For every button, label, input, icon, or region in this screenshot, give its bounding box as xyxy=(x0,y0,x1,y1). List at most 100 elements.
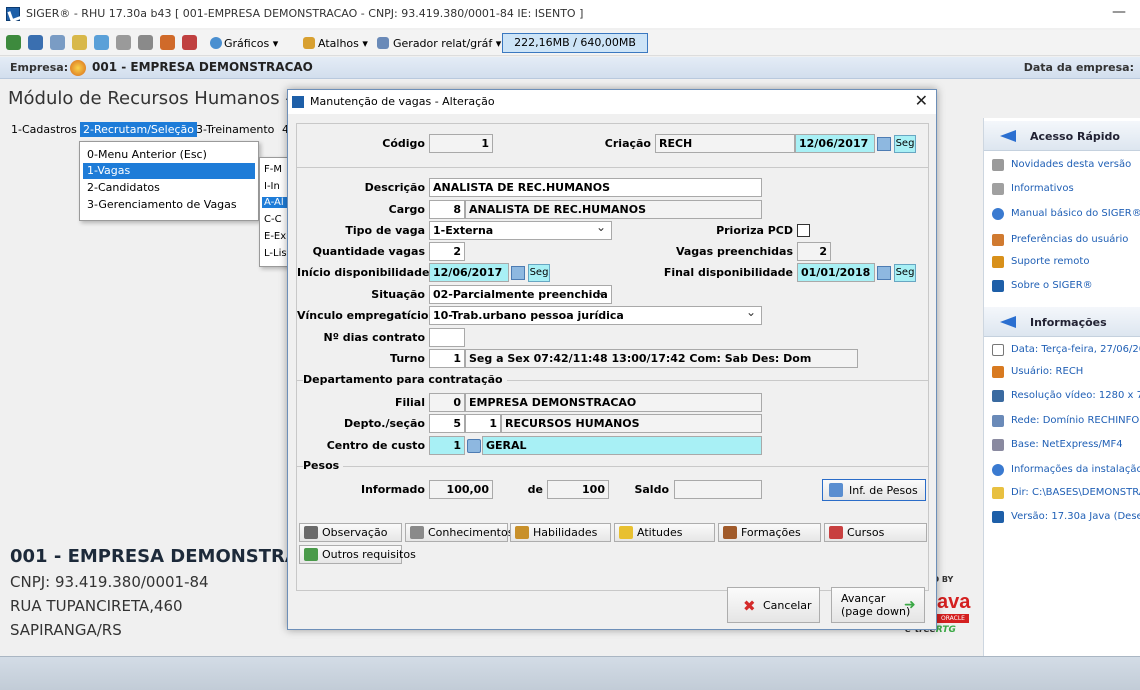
dropdown-item-candidatos[interactable]: 2-Candidatos xyxy=(83,180,255,196)
inicio-date-field[interactable]: 12/06/2017 xyxy=(429,263,509,282)
cancel-button[interactable]: ✖ Cancelar xyxy=(727,587,820,623)
de-field: 100 xyxy=(547,480,609,499)
criacao-user-field[interactable]: RECH xyxy=(655,134,795,153)
close-button[interactable]: ✕ xyxy=(915,91,928,110)
tab-habilidades[interactable]: Habilidades xyxy=(510,523,611,542)
gerador-menu[interactable]: Gerador relat/gráf ▾ xyxy=(393,37,501,50)
quick-link-manual[interactable]: Manual básico do SIGER® xyxy=(992,206,1140,224)
network-icon[interactable] xyxy=(50,35,65,50)
depto-code-field[interactable]: 5 xyxy=(429,414,465,433)
dropdown-item-menu-anterior[interactable]: 0-Menu Anterior (Esc) xyxy=(83,147,255,163)
info-label: Dir: C:\BASES\DEMONSTRA xyxy=(1011,487,1140,498)
submenu-item[interactable]: C-C xyxy=(264,214,288,225)
vinculo-select[interactable]: 10-Trab.urbano pessoa jurídica xyxy=(429,306,762,325)
tab-label: Cursos xyxy=(847,526,885,539)
globe-icon[interactable] xyxy=(94,35,109,50)
search-icon[interactable] xyxy=(467,439,481,453)
tab-outros-requisitos[interactable]: Outros requisitos xyxy=(299,545,416,564)
quantidade-field[interactable]: 2 xyxy=(429,242,465,261)
chat-icon[interactable] xyxy=(138,35,153,50)
menu-cadastros[interactable]: 1-Cadastros xyxy=(8,122,80,137)
user-icon[interactable] xyxy=(182,35,197,50)
window-title-bar: SIGER® - RHU 17.30a b43 [ 001-EMPRESA DE… xyxy=(0,0,1140,28)
calendar-icon[interactable] xyxy=(877,137,891,151)
dias-contrato-field[interactable] xyxy=(429,328,465,347)
calendar-icon[interactable] xyxy=(511,266,525,280)
quick-link-label: Sobre o SIGER® xyxy=(1011,280,1093,291)
tab-conhecimentos[interactable]: Conhecimentos xyxy=(405,523,513,542)
pesos-section-title: Pesos xyxy=(303,459,344,472)
tab-formacoes[interactable]: Formações xyxy=(718,523,821,542)
main-menu: 1-Cadastros 2-Recrutam/Seleção 3-Treinam… xyxy=(0,120,295,138)
users-icon[interactable] xyxy=(160,35,175,50)
quick-link-support[interactable]: Suporte remoto xyxy=(992,254,1140,272)
submenu-item[interactable]: E-Ex xyxy=(264,231,288,242)
info-header[interactable]: Informações xyxy=(984,307,1140,337)
menu-treinamento[interactable]: 3-Treinamento xyxy=(193,122,277,137)
submenu-item[interactable]: F-M xyxy=(264,164,288,175)
grid-icon[interactable] xyxy=(72,35,87,50)
atalhos-menu[interactable]: Atalhos ▾ xyxy=(318,37,368,50)
filial-code-field[interactable]: 0 xyxy=(429,393,465,412)
quick-link-informativos[interactable]: Informativos xyxy=(992,181,1140,199)
informado-label: Informado xyxy=(360,483,425,496)
company-address: RUA TUPANCIRETA,460 xyxy=(10,597,183,615)
quick-link-about[interactable]: Sobre o SIGER® xyxy=(992,278,1140,296)
tab-cursos[interactable]: Cursos xyxy=(824,523,927,542)
de-label: de xyxy=(527,483,543,496)
centro-custo-code-field[interactable]: 1 xyxy=(429,436,465,455)
back-icon[interactable] xyxy=(6,35,21,50)
company-info: 001 - EMPRESA DEMONSTRAC CNPJ: 93.419.38… xyxy=(10,546,312,639)
folder-icon xyxy=(992,487,1004,499)
prioriza-pcd-checkbox[interactable] xyxy=(797,224,810,237)
submenu-item-alteracao[interactable]: A-Al xyxy=(262,197,288,208)
criacao-date-field[interactable]: 12/06/2017 xyxy=(795,134,875,153)
graficos-menu[interactable]: Gráficos ▾ xyxy=(224,37,278,50)
info-dir[interactable]: Dir: C:\BASES\DEMONSTRA xyxy=(992,485,1140,503)
info-label: Data: Terça-feira, 27/06/20 xyxy=(1011,344,1140,355)
quick-link-news[interactable]: Novidades desta versão xyxy=(992,157,1140,175)
submenu-item[interactable]: I-In xyxy=(264,181,288,192)
tipo-vaga-select[interactable]: 1-Externa xyxy=(429,221,612,240)
tipo-vaga-label: Tipo de vaga xyxy=(345,224,425,237)
preenchidas-label: Vagas preenchidas xyxy=(675,245,793,258)
mail-icon[interactable] xyxy=(116,35,131,50)
dropdown-item-gerenciamento[interactable]: 3-Gerenciamento de Vagas xyxy=(83,197,255,213)
info-version[interactable]: Versão: 17.30a Java (Deser xyxy=(992,509,1140,527)
gerador-label: Gerador relat/gráf xyxy=(393,37,493,50)
secao-code-field[interactable]: 1 xyxy=(465,414,501,433)
dropdown-item-vagas[interactable]: 1-Vagas xyxy=(83,163,255,179)
criacao-weekday: Seg xyxy=(894,135,916,153)
cargo-code-field[interactable]: 8 xyxy=(429,200,465,219)
descricao-field[interactable]: ANALISTA DE REC.HUMANOS xyxy=(429,178,762,197)
advance-button[interactable]: Avançar (page down) ➜ xyxy=(831,587,925,623)
menu-recrutamento[interactable]: 2-Recrutam/Seleção xyxy=(80,122,197,137)
vinculo-label: Vínculo empregatício xyxy=(297,309,429,322)
situacao-select[interactable]: 02-Parcialmente preenchida xyxy=(429,285,612,304)
submenu-item[interactable]: L-Lis xyxy=(264,248,288,259)
inicio-label: Início disponibilidade xyxy=(297,266,430,279)
tab-label: Habilidades xyxy=(533,526,598,539)
database-icon xyxy=(992,439,1004,451)
install-icon xyxy=(992,464,1004,476)
quick-access-header[interactable]: Acesso Rápido xyxy=(984,121,1140,151)
filial-label: Filial xyxy=(394,396,425,409)
advance-sublabel: (page down) xyxy=(841,605,911,618)
news-icon xyxy=(992,159,1004,171)
minimize-button[interactable]: — xyxy=(1112,4,1126,20)
tab-atitudes[interactable]: Atitudes xyxy=(614,523,715,542)
turno-code-field[interactable]: 1 xyxy=(429,349,465,368)
final-date-field[interactable]: 01/01/2018 xyxy=(797,263,875,282)
inf-pesos-button[interactable]: Inf. de Pesos xyxy=(822,479,926,501)
info-installation[interactable]: Informações da instalação/a xyxy=(992,462,1140,480)
shortcut-icon xyxy=(303,37,315,49)
quick-link-preferences[interactable]: Preferências do usuário xyxy=(992,232,1140,250)
calendar-icon[interactable] xyxy=(877,266,891,280)
tab-observacao[interactable]: Observação xyxy=(299,523,402,542)
codigo-field[interactable]: 1 xyxy=(429,134,493,153)
user-icon xyxy=(992,366,1004,378)
separator xyxy=(297,167,928,168)
info-base: Base: NetExpress/MF4 xyxy=(992,437,1140,455)
arrow-right-icon: ➜ xyxy=(904,597,916,613)
save-icon[interactable] xyxy=(28,35,43,50)
